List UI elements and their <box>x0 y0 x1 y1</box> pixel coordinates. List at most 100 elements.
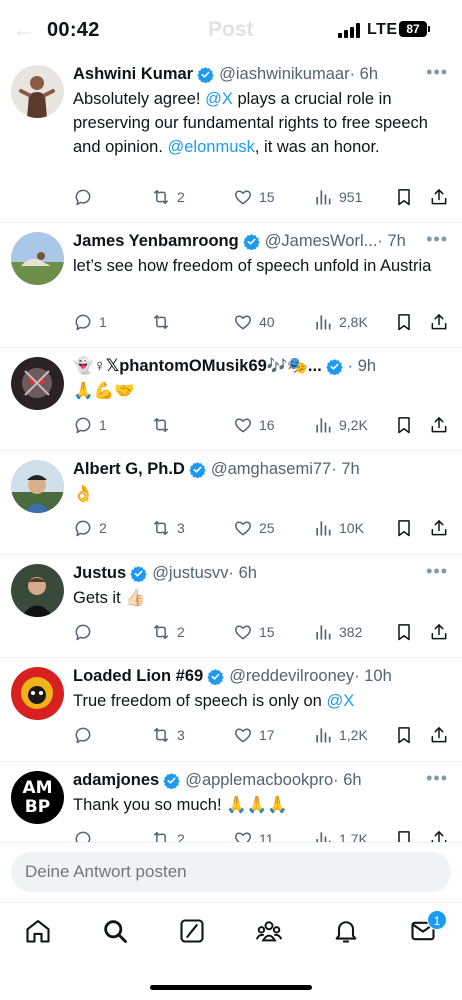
repost-count: 2 <box>177 624 185 640</box>
more-options-icon[interactable]: ••• <box>426 62 448 83</box>
user-handle[interactable]: @justusvv <box>152 564 228 583</box>
replies-feed[interactable]: Ashwini Kumar @iashwinikumaar · 6h ••• A… <box>0 56 462 842</box>
bookmark-button[interactable] <box>394 620 414 644</box>
reply-tweet[interactable]: AM BP adamjones @applemacbookpro · 6h ••… <box>0 762 462 842</box>
views-chart-icon <box>313 312 333 332</box>
reply-button[interactable]: 1 <box>73 413 107 437</box>
reply-tweet[interactable]: James Yenbamroong @JamesWorl... · 7h •••… <box>0 223 462 348</box>
home-icon[interactable] <box>24 917 54 947</box>
avatar[interactable] <box>11 564 64 617</box>
like-button[interactable]: 11 <box>233 827 274 842</box>
notifications-icon[interactable] <box>332 917 362 947</box>
like-button[interactable]: 17 <box>233 723 275 747</box>
views-chart-icon <box>313 829 333 842</box>
more-options-icon[interactable]: ••• <box>426 229 448 250</box>
like-button[interactable]: 15 <box>233 185 275 209</box>
bookmark-button[interactable] <box>394 413 414 437</box>
share-icon <box>429 518 449 538</box>
avatar[interactable] <box>11 357 64 410</box>
bookmark-button[interactable] <box>394 827 414 842</box>
heart-icon <box>233 622 253 642</box>
grok-icon[interactable] <box>178 917 208 947</box>
search-icon[interactable] <box>101 917 131 947</box>
display-name[interactable]: James Yenbamroong <box>73 232 239 251</box>
views-chart-icon <box>313 518 333 538</box>
display-name[interactable]: adamjones <box>73 771 159 790</box>
like-button[interactable]: 25 <box>233 516 275 540</box>
reply-tweet[interactable]: Justus @justusvv · 6h ••• Gets it 👍🏻 2 15… <box>0 555 462 658</box>
share-button[interactable] <box>429 413 449 437</box>
mention-link[interactable]: @X <box>205 90 233 108</box>
user-handle[interactable]: @iashwinikumaar <box>219 65 349 84</box>
like-count: 11 <box>259 831 274 842</box>
share-button[interactable] <box>429 185 449 209</box>
reply-tweet[interactable]: 👻♀𝕏phantomOMusik69🎶🎭... · 9h 🙏💪🤝 1 16 9,2K <box>0 348 462 451</box>
bookmark-button[interactable] <box>394 516 414 540</box>
share-button[interactable] <box>429 620 449 644</box>
avatar[interactable] <box>11 460 64 513</box>
repost-icon <box>151 415 171 435</box>
views-chart-icon <box>313 187 333 207</box>
views-count: 382 <box>339 624 363 640</box>
share-button[interactable] <box>429 516 449 540</box>
communities-icon[interactable] <box>255 917 285 947</box>
display-name[interactable]: Justus <box>73 564 126 583</box>
views-button[interactable]: 382 <box>313 620 362 644</box>
bookmark-button[interactable] <box>394 185 414 209</box>
repost-button[interactable] <box>151 310 177 334</box>
like-count: 40 <box>259 314 275 330</box>
user-handle[interactable]: @reddevilrooney <box>229 667 354 686</box>
repost-button[interactable]: 2 <box>151 620 185 644</box>
avatar[interactable] <box>11 667 64 720</box>
reply-button[interactable] <box>73 185 99 209</box>
display-name[interactable]: Loaded Lion #69 <box>73 667 203 686</box>
reply-tweet[interactable]: Ashwini Kumar @iashwinikumaar · 6h ••• A… <box>0 56 462 223</box>
repost-button[interactable]: 3 <box>151 516 185 540</box>
verified-badge-icon <box>242 233 260 250</box>
views-button[interactable]: 9,2K <box>313 413 368 437</box>
more-options-icon[interactable]: ••• <box>426 768 448 789</box>
mention-link[interactable]: @X <box>326 692 354 710</box>
reply-button[interactable]: 1 <box>73 310 107 334</box>
avatar[interactable] <box>11 65 64 118</box>
reply-button[interactable] <box>73 723 99 747</box>
bookmark-button[interactable] <box>394 723 414 747</box>
repost-button[interactable] <box>151 413 177 437</box>
avatar-text: AM <box>22 778 53 798</box>
views-button[interactable]: 951 <box>313 185 362 209</box>
like-button[interactable]: 40 <box>233 310 275 334</box>
reply-button[interactable] <box>73 620 99 644</box>
display-name[interactable]: 👻♀𝕏phantomOMusik69🎶🎭... <box>73 356 322 376</box>
avatar[interactable] <box>11 232 64 285</box>
views-button[interactable]: 1,7K <box>313 827 368 842</box>
text-segment: Absolutely agree! <box>73 90 206 108</box>
back-arrow-icon[interactable]: ← <box>12 16 36 44</box>
reply-tweet[interactable]: Albert G, Ph.D @amghasemi77 · 7h 👌 2 3 25 1… <box>0 451 462 555</box>
like-button[interactable]: 16 <box>233 413 275 437</box>
reply-tweet[interactable]: Loaded Lion #69 @reddevilrooney · 10h Tr… <box>0 658 462 762</box>
share-button[interactable] <box>429 827 449 842</box>
reply-input[interactable] <box>11 852 451 892</box>
user-handle[interactable]: @applemacbookpro <box>185 771 333 790</box>
repost-button[interactable]: 3 <box>151 723 185 747</box>
user-handle[interactable]: @amghasemi77 <box>211 460 331 479</box>
repost-button[interactable]: 2 <box>151 185 185 209</box>
user-handle[interactable]: @JamesWorl... <box>265 232 378 251</box>
reply-button[interactable]: 2 <box>73 516 107 540</box>
like-button[interactable]: 15 <box>233 620 275 644</box>
share-button[interactable] <box>429 723 449 747</box>
views-button[interactable]: 2,8K <box>313 310 368 334</box>
views-button[interactable]: 1,2K <box>313 723 368 747</box>
mention-link[interactable]: @elonmusk <box>168 138 255 156</box>
views-button[interactable]: 10K <box>313 516 364 540</box>
avatar[interactable]: AM BP <box>11 771 64 824</box>
reply-button[interactable] <box>73 827 99 842</box>
repost-button[interactable]: 2 <box>151 827 185 842</box>
bookmark-button[interactable] <box>394 310 414 334</box>
share-button[interactable] <box>429 310 449 334</box>
bookmark-icon <box>394 829 414 842</box>
more-options-icon[interactable]: ••• <box>426 561 448 582</box>
display-name[interactable]: Ashwini Kumar <box>73 65 193 84</box>
tweet-text: True freedom of speech is only on @X <box>73 689 446 713</box>
display-name[interactable]: Albert G, Ph.D <box>73 460 185 479</box>
